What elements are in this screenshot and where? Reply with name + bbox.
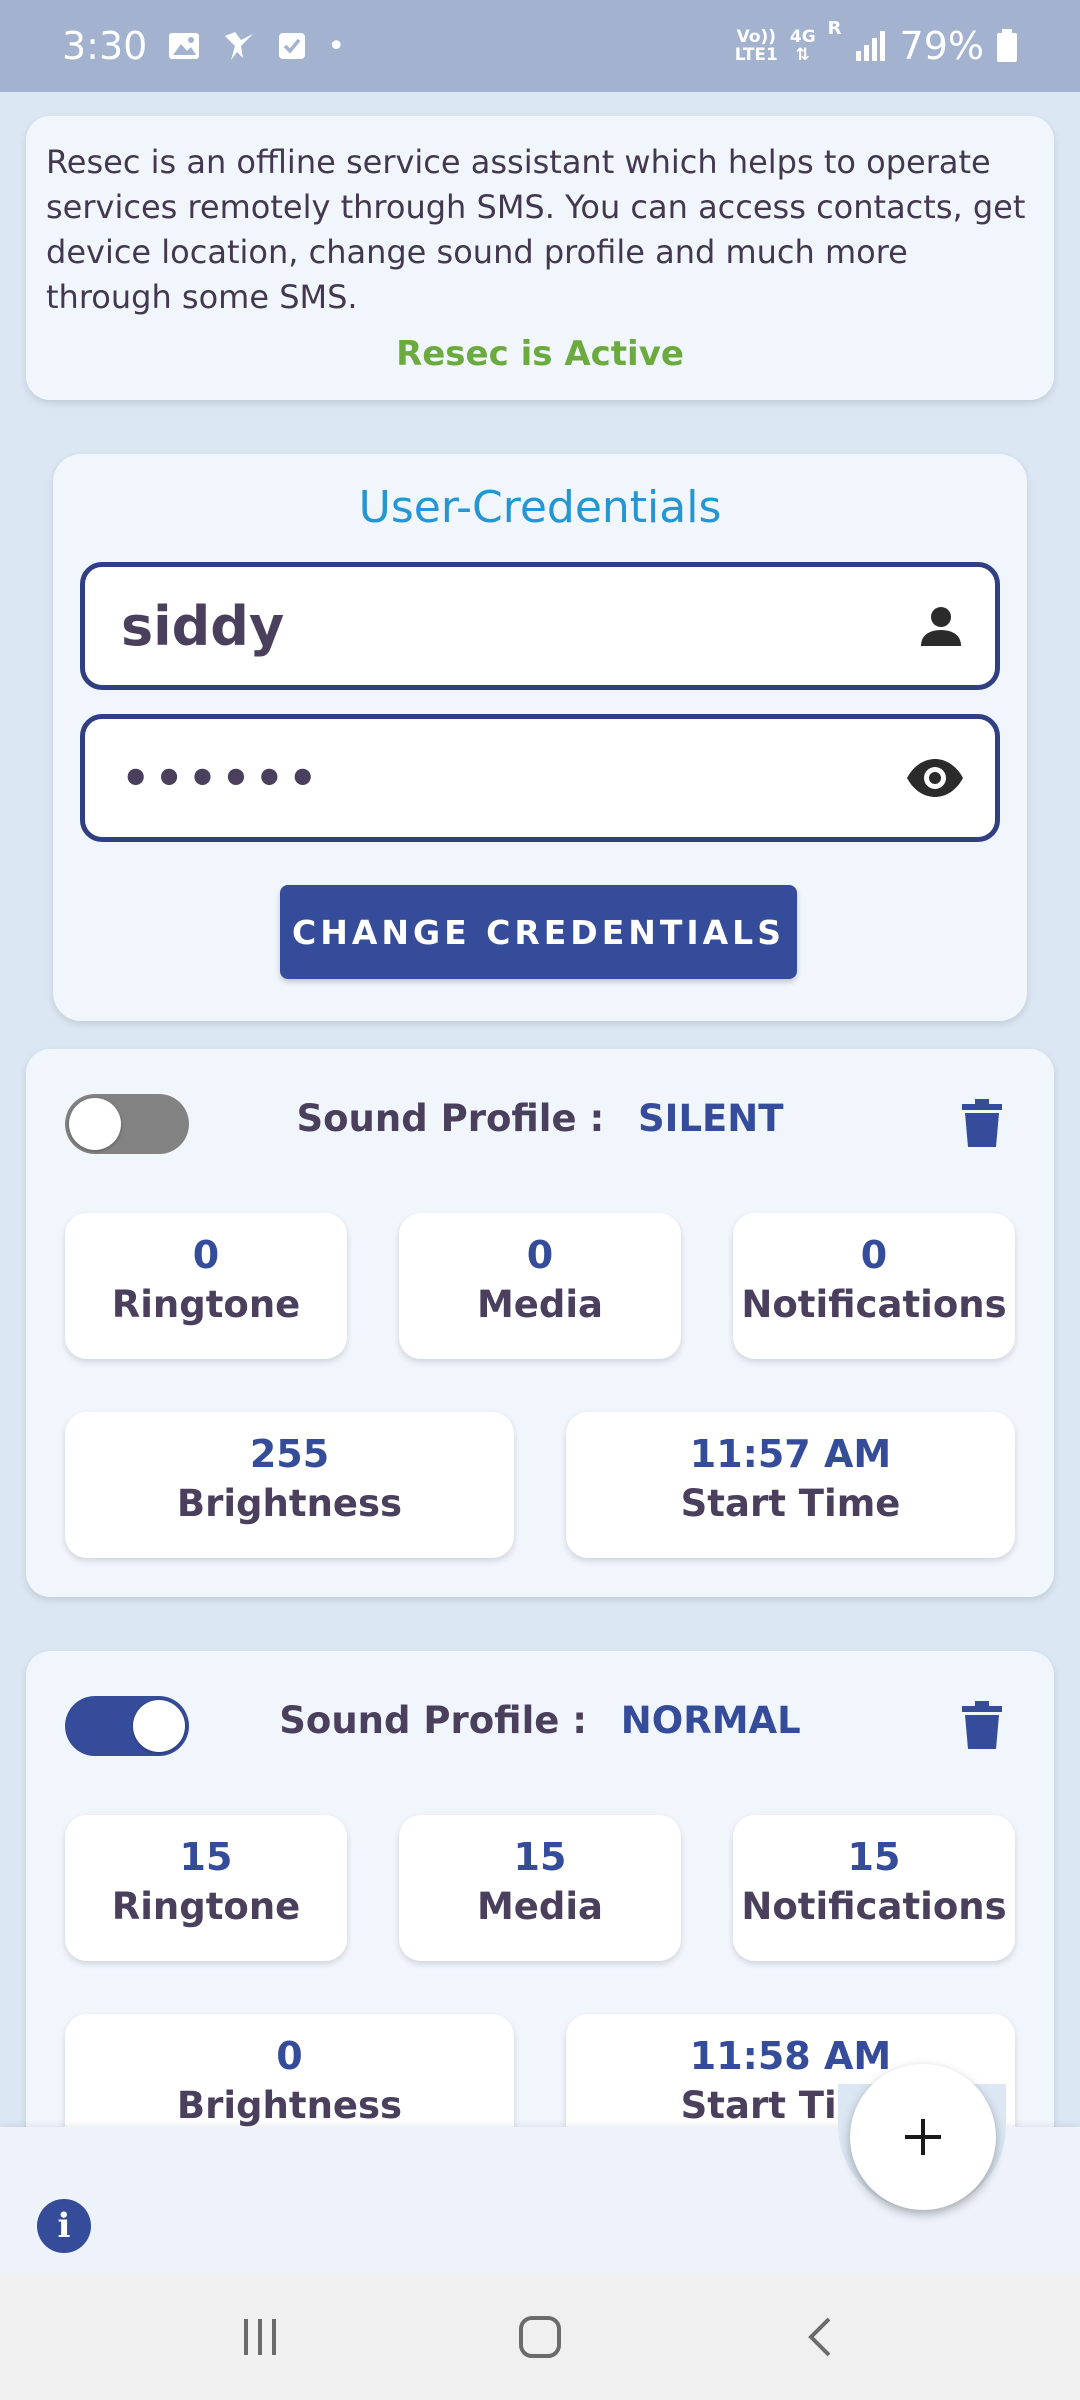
gallery-icon <box>169 33 200 59</box>
add-profile-button[interactable] <box>850 2064 996 2210</box>
notifications-stat: 15 Notifications <box>733 1815 1015 1961</box>
start-time-value: 11:57 AM <box>689 1432 892 1476</box>
back-button[interactable] <box>780 2297 860 2377</box>
system-nav-bar <box>0 2273 1080 2400</box>
media-stat: 15 Media <box>399 1815 681 1961</box>
active-status: Resec is Active <box>396 334 684 374</box>
password-value[interactable]: •••••• <box>121 751 905 805</box>
ringtone-value: 0 <box>192 1233 220 1277</box>
info-icon: i <box>57 2206 71 2246</box>
media-stat: 0 Media <box>399 1213 681 1359</box>
start-time-label: Start Time <box>680 1482 901 1525</box>
notifications-value: 0 <box>860 1233 888 1277</box>
status-bar: 3:30 • Vo)) LTE1 4G ⇅ R 79% <box>0 0 1080 92</box>
battery-icon <box>997 29 1017 62</box>
media-label: Media <box>476 1283 604 1326</box>
app-description: Resec is an offline service assistant wh… <box>46 143 1026 316</box>
network-type-label: 4G <box>789 27 816 47</box>
battery-percent: 79% <box>899 24 984 68</box>
status-right: Vo)) LTE1 4G ⇅ R 79% <box>735 18 1018 68</box>
data-arrows-icon: ⇅ <box>795 45 810 65</box>
trash-icon[interactable] <box>962 1099 1002 1147</box>
profile-mode: NORMAL <box>620 1699 801 1742</box>
start-time-stat: 11:57 AM Start Time <box>566 1412 1015 1558</box>
brightness-label: Brightness <box>176 1482 403 1525</box>
recents-icon <box>244 2318 276 2355</box>
back-chevron-icon <box>808 2317 831 2356</box>
notifications-label: Notifications <box>741 1283 1007 1326</box>
notifications-value: 15 <box>847 1835 901 1879</box>
profile-mode: SILENT <box>638 1097 784 1140</box>
trash-icon[interactable] <box>962 1701 1002 1749</box>
password-field[interactable]: •••••• <box>80 714 1000 842</box>
brightness-value: 0 <box>276 2034 303 2078</box>
brightness-stat: 255 Brightness <box>65 1412 514 1558</box>
media-value: 0 <box>526 1233 554 1277</box>
brightness-value: 255 <box>249 1432 330 1476</box>
profile-label: Sound Profile : <box>296 1097 605 1140</box>
volte-bottom-label: LTE1 <box>734 45 778 65</box>
bird-app-icon <box>225 32 254 60</box>
status-dot: • <box>327 28 346 64</box>
ringtone-stat: 15 Ringtone <box>65 1815 347 1961</box>
home-icon <box>519 2315 561 2358</box>
ringtone-label: Ringtone <box>111 1885 301 1928</box>
credentials-card: User-Credentials siddy •••••• CHANGE CRE… <box>53 454 1027 1021</box>
volte-top-label: Vo)) <box>736 27 777 47</box>
roaming-label: R <box>827 18 842 39</box>
info-card: Resec is an offline service assistant wh… <box>26 116 1054 400</box>
brightness-label: Brightness <box>176 2084 403 2127</box>
notifications-label: Notifications <box>741 1885 1007 1928</box>
change-credentials-button[interactable]: CHANGE CREDENTIALS <box>280 885 797 979</box>
media-label: Media <box>476 1885 604 1928</box>
eye-visibility-icon[interactable] <box>905 757 965 799</box>
task-check-icon <box>279 33 306 59</box>
profile-label: Sound Profile : <box>279 1699 588 1742</box>
username-field[interactable]: siddy <box>80 562 1000 690</box>
sound-profile-card: Sound Profile : SILENT 0 Ringtone 0 Medi… <box>26 1049 1054 1597</box>
plus-icon <box>905 2119 941 2155</box>
volte-indicator: Vo)) LTE1 <box>735 28 778 64</box>
ringtone-stat: 0 Ringtone <box>65 1213 347 1359</box>
ringtone-value: 15 <box>179 1835 233 1879</box>
person-icon <box>921 607 961 646</box>
notifications-stat: 0 Notifications <box>733 1213 1015 1359</box>
home-button[interactable] <box>500 2297 580 2377</box>
profile-header: Sound Profile : NORMAL <box>26 1699 1054 1742</box>
signal-icon <box>855 31 885 61</box>
info-button[interactable]: i <box>37 2199 91 2253</box>
recents-button[interactable] <box>220 2297 300 2377</box>
media-value: 15 <box>513 1835 567 1879</box>
network-indicator: 4G ⇅ <box>790 28 816 64</box>
ringtone-label: Ringtone <box>111 1283 301 1326</box>
credentials-title: User-Credentials <box>358 482 722 533</box>
status-left: 3:30 • <box>62 24 345 68</box>
username-value[interactable]: siddy <box>121 595 917 658</box>
status-time: 3:30 <box>62 24 148 68</box>
profile-header: Sound Profile : SILENT <box>26 1097 1054 1140</box>
